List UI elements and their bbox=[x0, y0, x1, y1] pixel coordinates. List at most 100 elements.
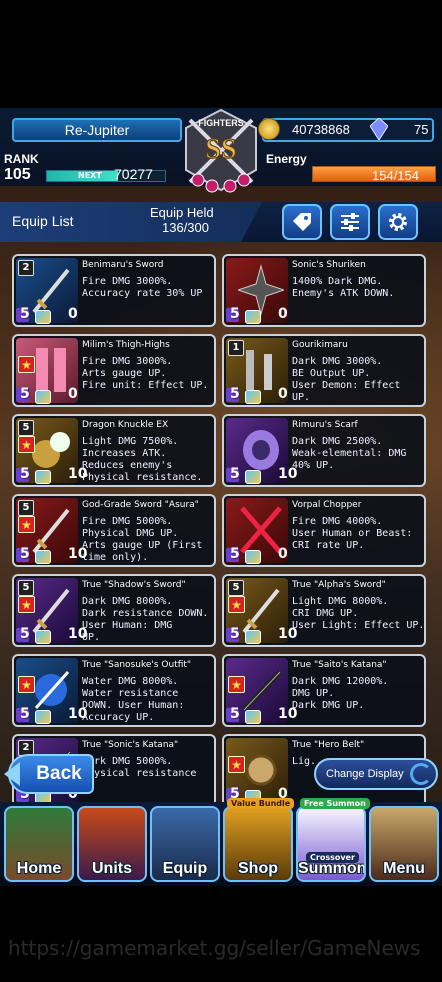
watermark: https://gamemarket.gg/seller/GameNews bbox=[8, 936, 421, 960]
nav-label: Equip bbox=[162, 860, 208, 877]
back-button[interactable]: Back bbox=[4, 754, 94, 794]
equip-description: Dark DMG 2500%. Weak-elemental: DMG 40% … bbox=[292, 436, 407, 471]
change-display-button[interactable]: Change Display bbox=[314, 758, 438, 790]
element-icon bbox=[35, 710, 51, 724]
status-header: Re-Jupiter RANK 105 NEXT 70277 FIGHTERS … bbox=[0, 108, 442, 193]
emblem-letters: SS bbox=[205, 134, 236, 165]
equip-name: Benimaru's Sword bbox=[82, 260, 164, 270]
level-value: 5 bbox=[230, 306, 240, 322]
level-value: 5 bbox=[230, 466, 240, 482]
equip-description: Light DMG 7500%. Increases ATK. Reduces … bbox=[82, 436, 203, 483]
equip-description: Fire DMG 3000%. Arts gauge UP. Fire unit… bbox=[82, 356, 209, 391]
count-value: 0 bbox=[68, 386, 78, 402]
gold-value: 40738868 bbox=[292, 122, 350, 137]
star-icon: ★ bbox=[228, 596, 245, 613]
nav-summon-button[interactable]: Summon bbox=[296, 806, 366, 882]
equip-card[interactable]: 5 ★ 5 10 True "Shadow's Sword" Dark DMG 8000%… bbox=[12, 574, 216, 647]
equip-card[interactable]: ★ 5 0 Milim's Thigh-Highs Fire DMG 3000%. Ar… bbox=[12, 334, 216, 407]
refresh-icon bbox=[410, 763, 432, 785]
nav-units-button[interactable]: Units bbox=[77, 806, 147, 882]
equip-thumbnail: 5 ★ 5 10 bbox=[16, 578, 87, 644]
equip-name: True "Saito's Katana" bbox=[292, 660, 387, 670]
equip-card[interactable]: ★ 5 10 True "Sanosuke's Outfit" Water DMG 80… bbox=[12, 654, 216, 727]
energy-label: Energy bbox=[266, 152, 307, 166]
equip-name: Vorpal Chopper bbox=[292, 500, 362, 510]
rank-badge: 5 bbox=[18, 580, 34, 596]
tag-button[interactable] bbox=[282, 204, 322, 240]
filter-button[interactable] bbox=[330, 204, 370, 240]
equip-card[interactable]: ★ 5 10 True "Saito's Katana" Dark DMG 12000%… bbox=[222, 654, 426, 727]
count-value: 0 bbox=[278, 546, 288, 562]
player-name[interactable]: Re-Jupiter bbox=[12, 118, 182, 142]
gear-icon bbox=[389, 213, 407, 231]
element-icon bbox=[245, 710, 261, 724]
element-icon bbox=[35, 470, 51, 484]
equip-thumbnail: ★ 5 0 bbox=[16, 338, 78, 404]
count-value: 0 bbox=[278, 386, 288, 402]
equip-description: Light DMG 8000%. CRI DMG UP. User Light:… bbox=[292, 596, 425, 631]
equip-thumbnail: 5 ★ 5 10 bbox=[16, 498, 87, 564]
nav-label: Menu bbox=[383, 860, 425, 877]
equip-held-label: Equip Held bbox=[150, 205, 214, 220]
level-value: 5 bbox=[230, 386, 240, 402]
nav-label: Home bbox=[16, 860, 62, 877]
equip-card[interactable]: 5 0 Vorpal Chopper Fire DMG 4000%. User Hum… bbox=[222, 494, 426, 567]
star-icon: ★ bbox=[228, 756, 245, 773]
equip-thumbnail: ★ 5 0 bbox=[226, 738, 288, 804]
filter-icon bbox=[341, 213, 359, 231]
equip-description: Fire DMG 5000%. Physical DMG UP. Arts ga… bbox=[82, 516, 203, 563]
count-value: 0 bbox=[68, 306, 78, 322]
rank-badge: 1 bbox=[228, 340, 244, 356]
nav-promo-tag: Free Summon bbox=[300, 798, 370, 809]
settings-button[interactable] bbox=[378, 204, 418, 240]
level-value: 5 bbox=[230, 706, 240, 722]
level-value: 5 bbox=[20, 306, 30, 322]
equip-card[interactable]: 5 10 Rimuru's Scarf Dark DMG 2500%. Weak-el… bbox=[222, 414, 426, 487]
element-icon bbox=[35, 550, 51, 564]
nav-equip-button[interactable]: Equip bbox=[150, 806, 220, 882]
equip-name: God-Grade Sword "Asura" bbox=[82, 500, 199, 510]
equip-name: Dragon Knuckle EX bbox=[82, 420, 169, 430]
nav-shop-button[interactable]: Shop bbox=[223, 806, 293, 882]
equip-held-value: 136/300 bbox=[162, 220, 209, 235]
rank-badge: 5 bbox=[228, 580, 244, 596]
bottom-nav: Home Units Equip Shop Value Bundle Summon Free… bbox=[0, 798, 442, 886]
fighters-emblem: FIGHTERS SS bbox=[185, 108, 257, 193]
equip-name: Rimuru's Scarf bbox=[292, 420, 358, 430]
equip-card[interactable]: 2 5 0 Benimaru's Sword Fire DMG 3000%. Accur… bbox=[12, 254, 216, 327]
star-icon: ★ bbox=[18, 516, 35, 533]
tag-icon bbox=[293, 213, 311, 231]
equip-card[interactable]: 5 0 Sonic's Shuriken 1400% Dark DMG. Enemy'… bbox=[222, 254, 426, 327]
rank-badge: 5 bbox=[18, 420, 34, 436]
star-icon: ★ bbox=[228, 676, 245, 693]
star-icon: ★ bbox=[18, 676, 35, 693]
equip-card[interactable]: 5 ★ 5 10 Dragon Knuckle EX Light DMG 7500%. I… bbox=[12, 414, 216, 487]
equip-name: Sonic's Shuriken bbox=[292, 260, 366, 270]
equip-card[interactable]: 5 ★ 5 10 True "Alpha's Sword" Light DMG 8000%… bbox=[222, 574, 426, 647]
equip-thumbnail: 5 ★ 5 10 bbox=[226, 578, 297, 644]
equip-thumbnail: 1 5 0 bbox=[226, 338, 288, 404]
equip-card[interactable]: 5 ★ 5 10 God-Grade Sword "Asura" Fire DMG 500… bbox=[12, 494, 216, 567]
element-icon bbox=[35, 630, 51, 644]
energy-value: 154/154 bbox=[372, 168, 419, 183]
equip-thumbnail: ★ 5 10 bbox=[226, 658, 297, 724]
equip-name: Gourikimaru bbox=[292, 340, 348, 350]
equip-thumbnail: 5 10 bbox=[226, 418, 297, 484]
nav-menu-button[interactable]: Menu bbox=[369, 806, 439, 882]
star-icon: ★ bbox=[18, 436, 35, 453]
gem-value: 75 bbox=[414, 122, 429, 137]
star-icon: ★ bbox=[18, 356, 35, 373]
element-icon bbox=[245, 550, 261, 564]
count-value: 0 bbox=[278, 306, 288, 322]
emblem-title: FIGHTERS bbox=[198, 118, 244, 128]
nav-home-button[interactable]: Home bbox=[4, 806, 74, 882]
equip-thumbnail: 5 ★ 5 10 bbox=[16, 418, 87, 484]
equip-name: True "Sanosuke's Outfit" bbox=[82, 660, 192, 670]
level-value: 5 bbox=[20, 546, 30, 562]
gem-icon bbox=[370, 118, 388, 140]
equip-description: Dark DMG 3000%. BE Output UP. User Demon… bbox=[292, 356, 401, 403]
next-value: 70277 bbox=[114, 166, 153, 182]
equip-card[interactable]: 1 5 0 Gourikimaru Dark DMG 3000%. BE Output … bbox=[222, 334, 426, 407]
equip-list-bar: Equip List Equip Held 136/300 bbox=[0, 202, 442, 242]
equip-description: Dark DMG 8000%. Dark resistance DOWN. Us… bbox=[82, 596, 209, 643]
